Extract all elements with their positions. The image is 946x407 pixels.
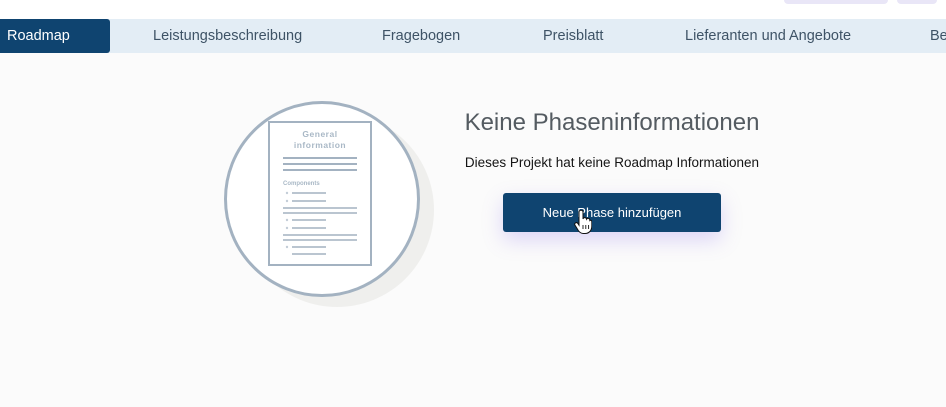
tab-roadmap[interactable]: Roadmap: [0, 19, 110, 53]
empty-state-title: Keine Phaseninformationen: [464, 109, 760, 136]
top-action-button-partial-2[interactable]: [897, 0, 937, 4]
project-tabbar: Roadmap Leistungsbeschreibung Fragebogen…: [0, 19, 946, 53]
tab-lieferanten-und-angebote[interactable]: Lieferanten und Angebote: [685, 19, 851, 53]
tab-fragebogen[interactable]: Fragebogen: [382, 19, 460, 53]
document-illustration-icon: General information Components: [268, 121, 372, 266]
top-action-button-partial[interactable]: [784, 0, 888, 4]
illustration-heading-line2: information: [294, 140, 346, 150]
illustration-section-label: Components: [283, 181, 320, 187]
add-phase-button[interactable]: Neue Phase hinzufügen: [503, 193, 721, 232]
empty-state-description: Dieses Projekt hat keine Roadmap Informa…: [464, 155, 760, 170]
illustration-heading-line1: General: [302, 129, 337, 139]
tab-leistungsbeschreibung[interactable]: Leistungsbeschreibung: [153, 19, 302, 53]
tab-partial[interactable]: Be: [930, 19, 946, 53]
tab-preisblatt[interactable]: Preisblatt: [543, 19, 603, 53]
